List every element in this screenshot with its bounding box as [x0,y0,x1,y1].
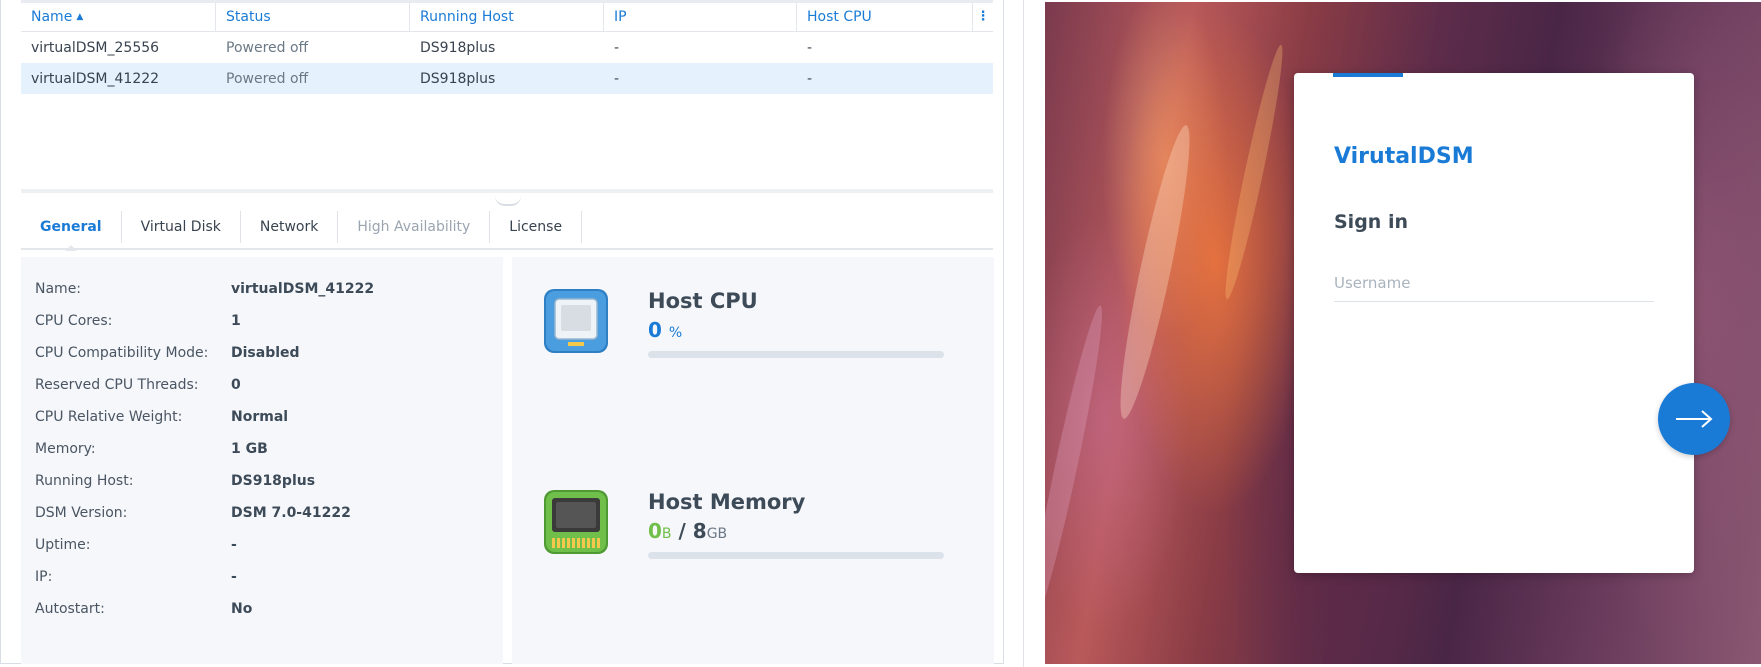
info-row-dsm-version: DSM Version: DSM 7.0-41222 [35,503,351,523]
info-label: Memory: [35,441,96,457]
info-label: CPU Compatibility Mode: [35,345,209,361]
info-value: 0 [231,377,241,393]
info-label: Autostart: [35,601,105,617]
info-row-cpu-compatibility: CPU Compatibility Mode: Disabled [35,343,300,363]
panel-splitter[interactable] [21,189,993,193]
info-row-memory: Memory: 1 GB [35,439,268,459]
sort-ascending-icon: ▲ [76,12,84,22]
column-header-running-host[interactable]: Running Host [410,3,604,31]
info-label: Running Host: [35,473,134,489]
info-label: CPU Relative Weight: [35,409,183,425]
column-header-host-cpu[interactable]: Host CPU [797,3,973,31]
info-value: No [231,601,253,617]
memory-module-icon [544,490,608,554]
info-value: DS918plus [231,473,316,489]
info-value: DSM 7.0-41222 [231,505,351,521]
arrow-right-icon [1676,410,1713,428]
host-memory-total-unit: GB [706,526,728,542]
vm-list-table: Name ▲ Status Running Host IP Host CPU ⋮… [21,0,993,94]
host-cpu-unit: % [668,325,683,341]
host-memory-widget: Host Memory 0B / 8GB [542,488,972,568]
app-name: VirutalDSM [1334,144,1474,169]
host-memory-title: Host Memory [648,490,806,514]
host-cpu-widget: Host CPU 0 % [542,287,972,367]
info-row-name: Name: virtualDSM_41222 [35,279,374,299]
column-header-status[interactable]: Status [216,3,410,31]
column-header-ip-label: IP [614,9,627,25]
host-memory-total: 8 [692,519,707,543]
info-row-cpu-cores: CPU Cores: 1 [35,311,241,331]
table-row[interactable]: virtualDSM_25556 Powered off DS918plus -… [21,32,993,63]
canyon-highlight [1218,42,1290,302]
host-memory-value: 0B / 8GB [648,519,727,543]
host-memory-usage-bar [648,552,944,559]
vm-status-cell: Powered off [226,70,309,87]
info-label: Uptime: [35,537,91,553]
vm-cpu-cell: - [807,70,813,87]
info-row-autostart: Autostart: No [35,599,252,619]
resource-usage-box: Host CPU 0 % Host Memory 0B / 8GB [512,257,994,664]
host-cpu-value: 0 % [648,318,682,342]
info-label: Reserved CPU Threads: [35,377,199,393]
vm-host-cell: DS918plus [420,70,496,87]
info-row-uptime: Uptime: - [35,535,237,555]
column-header-name[interactable]: Name ▲ [21,3,216,31]
sign-in-title: Sign in [1334,211,1408,233]
info-value: - [231,537,237,553]
info-row-cpu-weight: CPU Relative Weight: Normal [35,407,288,427]
column-header-host-cpu-label: Host CPU [807,9,872,25]
column-header-name-label: Name [31,9,73,25]
host-memory-used-unit: B [661,526,672,542]
canyon-highlight [1109,122,1201,422]
tab-virtual-disk[interactable]: Virtual Disk [122,211,241,243]
vm-status-cell: Powered off [226,39,309,56]
info-row-reserved-threads: Reserved CPU Threads: 0 [35,375,241,395]
column-header-status-label: Status [226,9,271,25]
vm-table-header: Name ▲ Status Running Host IP Host CPU ⋮ [21,0,993,32]
detail-tabs: General Virtual Disk Network High Availa… [21,210,993,251]
info-row-running-host: Running Host: DS918plus [35,471,315,491]
host-cpu-usage-bar [648,351,944,358]
info-label: CPU Cores: [35,313,113,329]
vm-ip-cell: - [614,70,620,87]
vm-name-cell: virtualDSM_41222 [31,70,160,87]
username-input[interactable] [1334,265,1654,302]
vm-cpu-cell: - [807,39,813,56]
host-cpu-percent: 0 [648,318,662,342]
vm-name-cell: virtualDSM_25556 [31,39,160,56]
tab-network[interactable]: Network [241,211,339,243]
sign-in-next-button[interactable] [1658,383,1730,455]
info-label: IP: [35,569,53,585]
canyon-highlight [1045,303,1112,631]
column-options-button[interactable]: ⋮ [973,3,993,31]
info-value: 1 GB [231,441,268,457]
vm-ip-cell: - [614,39,620,56]
card-accent-bar [1333,73,1403,77]
vm-host-cell: DS918plus [420,39,496,56]
login-card: VirutalDSM Sign in [1294,73,1694,573]
table-row[interactable]: virtualDSM_41222 Powered off DS918plus -… [21,63,993,94]
info-value: Disabled [231,345,300,361]
info-value: - [231,569,237,585]
general-info-box: Name: virtualDSM_41222 CPU Cores: 1 CPU … [21,257,503,664]
virtual-machine-panel: Name ▲ Status Running Host IP Host CPU ⋮… [0,0,1004,664]
info-value: Normal [231,409,289,425]
column-header-running-host-label: Running Host [420,9,514,25]
info-row-ip: IP: - [35,567,237,587]
window-divider [1023,0,1024,667]
column-header-ip[interactable]: IP [604,3,797,31]
info-value: virtualDSM_41222 [231,281,375,297]
host-cpu-title: Host CPU [648,289,758,313]
info-label: DSM Version: [35,505,128,521]
splitter-handle[interactable] [495,196,521,206]
kebab-menu-icon: ⋮ [976,9,990,24]
cpu-chip-icon [544,289,608,353]
host-memory-separator: / [678,519,686,543]
info-value: 1 [231,313,241,329]
info-label: Name: [35,281,82,297]
host-memory-used: 0 [648,519,662,543]
tab-general[interactable]: General [21,211,122,251]
tab-license[interactable]: License [490,211,583,243]
tab-high-availability: High Availability [338,211,491,243]
